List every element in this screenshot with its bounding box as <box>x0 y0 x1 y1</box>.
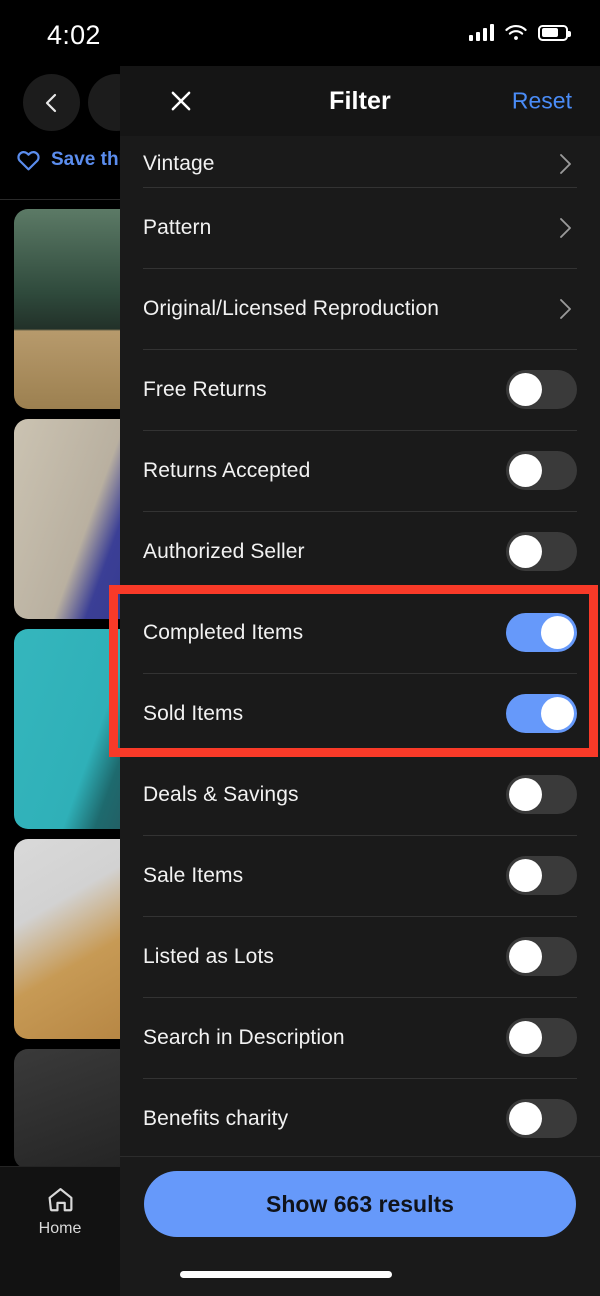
filter-row-label: Search in Description <box>143 1025 345 1049</box>
toggle-knob <box>509 454 542 487</box>
filter-row-label: Original/Licensed Reproduction <box>143 296 440 320</box>
filter-row-search-in-description[interactable]: Search in Description <box>143 997 577 1078</box>
chevron-left-icon <box>45 93 56 112</box>
toggle-knob <box>509 1021 542 1054</box>
heart-icon <box>17 151 40 171</box>
toggle-authorized-seller[interactable] <box>506 532 577 571</box>
filter-row-label: Vintage <box>143 152 215 175</box>
filter-row-label: Returns Accepted <box>143 458 311 482</box>
toggle-deals-and-savings[interactable] <box>506 775 577 814</box>
filter-row-benefits-charity[interactable]: Benefits charity <box>143 1078 577 1159</box>
toggle-free-returns[interactable] <box>506 370 577 409</box>
filter-row-sale-items[interactable]: Sale Items <box>143 835 577 916</box>
tab-home[interactable]: Home <box>0 1185 120 1238</box>
toggle-sale-items[interactable] <box>506 856 577 895</box>
toggle-knob <box>541 697 574 730</box>
status-bar: 4:02 <box>0 0 600 66</box>
toggle-completed-items[interactable] <box>506 613 577 652</box>
toggle-listed-as-lots[interactable] <box>506 937 577 976</box>
show-results-button[interactable]: Show 663 results <box>144 1171 576 1237</box>
toggle-knob <box>541 616 574 649</box>
filter-row-label: Listed as Lots <box>143 944 274 968</box>
toggle-returns-accepted[interactable] <box>506 451 577 490</box>
filter-row-completed-items[interactable]: Completed Items <box>143 592 577 673</box>
home-indicator <box>180 1271 392 1278</box>
close-x-icon <box>171 91 191 111</box>
filter-footer: Show 663 results <box>120 1156 600 1296</box>
filter-row-authorized-seller[interactable]: Authorized Seller <box>143 511 577 592</box>
battery-icon <box>538 24 571 41</box>
close-button[interactable] <box>164 84 198 118</box>
status-time: 4:02 <box>47 20 101 50</box>
toggle-knob <box>509 940 542 973</box>
toggle-sold-items[interactable] <box>506 694 577 733</box>
cellular-signal-icon <box>468 24 494 41</box>
home-icon <box>48 1188 72 1212</box>
back-button[interactable] <box>23 74 80 131</box>
filter-row-vintage[interactable]: Vintage <box>143 136 577 187</box>
toggle-knob <box>509 535 542 568</box>
chevron-right-icon <box>560 217 571 238</box>
filter-row-returns-accepted[interactable]: Returns Accepted <box>143 430 577 511</box>
tab-home-label: Home <box>38 1220 82 1237</box>
filter-row-label: Completed Items <box>143 620 304 644</box>
filter-row-label: Sold Items <box>143 701 244 725</box>
filter-row-label: Deals & Savings <box>143 782 299 806</box>
filter-row-original-licensed-reproduction[interactable]: Original/Licensed Reproduction <box>143 268 577 349</box>
filter-row-label: Authorized Seller <box>143 539 305 563</box>
filter-row-pattern[interactable]: Pattern <box>143 187 577 268</box>
filter-modal: Filter Reset Vintage Pattern Original/Li… <box>120 66 600 1296</box>
filter-row-listed-as-lots[interactable]: Listed as Lots <box>143 916 577 997</box>
filter-options-list[interactable]: Vintage Pattern Original/Licensed Reprod… <box>120 136 600 1226</box>
toggle-knob <box>509 373 542 406</box>
filter-row-free-returns[interactable]: Free Returns <box>143 349 577 430</box>
filter-row-sold-items[interactable]: Sold Items <box>143 673 577 754</box>
toggle-search-in-description[interactable] <box>506 1018 577 1057</box>
status-icons <box>468 24 571 41</box>
chevron-right-icon <box>560 298 571 319</box>
filter-row-label: Sale Items <box>143 863 244 887</box>
toggle-knob <box>509 778 542 811</box>
bottom-tab-bar: Home <box>0 1166 120 1296</box>
filter-row-label: Pattern <box>143 215 212 239</box>
filter-row-label: Benefits charity <box>143 1106 289 1130</box>
filter-header: Filter Reset <box>120 66 600 136</box>
reset-button[interactable]: Reset <box>512 88 572 115</box>
filter-row-label: Free Returns <box>143 377 267 401</box>
toggle-benefits-charity[interactable] <box>506 1099 577 1138</box>
filter-row-deals-and-savings[interactable]: Deals & Savings <box>143 754 577 835</box>
toggle-knob <box>509 859 542 892</box>
chevron-right-icon <box>560 154 571 174</box>
toggle-knob <box>509 1102 542 1135</box>
wifi-icon <box>505 25 527 40</box>
phone-screen: Save this s Home Filter Reset Vintage Pa… <box>0 0 600 1296</box>
